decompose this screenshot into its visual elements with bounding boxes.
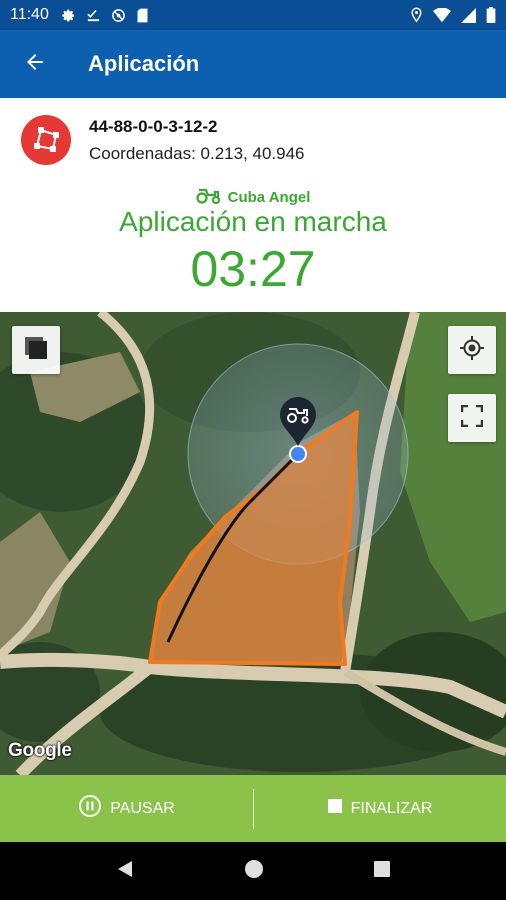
- status-icons-right: [410, 7, 496, 23]
- layers-icon: [23, 335, 49, 366]
- signal-icon: [461, 7, 476, 23]
- status-time: 11:40: [10, 6, 49, 23]
- gear-icon: [61, 8, 76, 23]
- recents-square-icon[interactable]: [373, 860, 391, 883]
- checklist-icon: [86, 8, 101, 23]
- my-location-icon: [459, 335, 485, 366]
- field-coordinates: Coordenadas: 0.213, 40.946: [89, 144, 305, 163]
- arrow-left-icon: [23, 50, 47, 79]
- elapsed-timer: 03:27: [190, 241, 316, 297]
- stop-square-icon: [327, 798, 343, 819]
- home-circle-icon[interactable]: [244, 859, 264, 884]
- map-imagery: [0, 312, 506, 775]
- page-title: Aplicación: [88, 51, 200, 76]
- pause-button[interactable]: PAUSAR: [0, 775, 253, 842]
- battery-icon: [486, 7, 496, 23]
- back-button[interactable]: [0, 30, 70, 98]
- pause-circle-icon: [78, 794, 102, 823]
- finish-label: FINALIZAR: [350, 799, 433, 817]
- app-bar: Aplicación: [0, 30, 506, 98]
- google-attribution: Google: [8, 740, 72, 761]
- application-status: Aplicación en marcha: [119, 206, 387, 237]
- satellite-map[interactable]: Google: [0, 312, 506, 775]
- system-nav-bar: [0, 842, 506, 900]
- back-triangle-icon[interactable]: [115, 859, 135, 884]
- polygon-field-icon: [21, 115, 71, 165]
- machine-name: Cuba Angel: [227, 188, 311, 206]
- status-bar: 11:40: [0, 0, 506, 30]
- location-pin-icon: [410, 7, 423, 23]
- fullscreen-button[interactable]: [448, 394, 496, 442]
- action-divider: [253, 789, 254, 829]
- tractor-icon: [196, 186, 222, 208]
- finish-button[interactable]: FINALIZAR: [253, 775, 506, 842]
- sd-card-icon: [136, 8, 149, 23]
- wifi-icon: [433, 7, 451, 23]
- tractor-marker-icon[interactable]: [278, 396, 318, 448]
- no-tracking-icon: [111, 8, 126, 23]
- my-location-button[interactable]: [448, 326, 496, 374]
- status-icons-left: [61, 8, 149, 23]
- layers-button[interactable]: [12, 326, 60, 374]
- action-bar: PAUSAR FINALIZAR: [0, 775, 506, 842]
- field-id: 44-88-0-0-3-12-2: [89, 117, 218, 136]
- pause-label: PAUSAR: [110, 799, 175, 817]
- fullscreen-icon: [460, 404, 484, 432]
- machine-row: Cuba Angel: [0, 186, 506, 208]
